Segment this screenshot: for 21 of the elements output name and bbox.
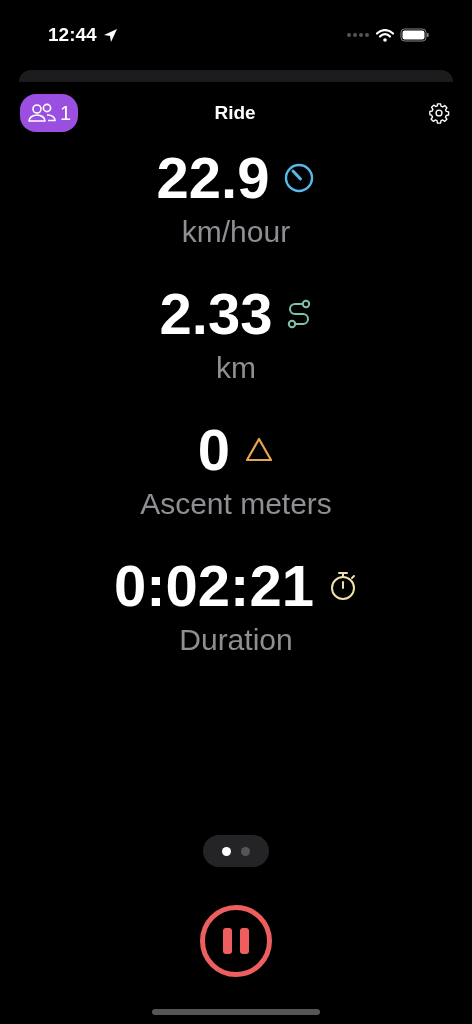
status-time: 12:44 bbox=[48, 24, 97, 46]
group-button[interactable]: 1 bbox=[20, 94, 78, 132]
metric-label: km bbox=[216, 350, 256, 386]
metric-value: 22.9 bbox=[156, 144, 270, 212]
metric-label: Duration bbox=[179, 622, 293, 658]
location-arrow-icon bbox=[102, 27, 118, 43]
signal-icon bbox=[346, 32, 370, 38]
page-dot[interactable] bbox=[241, 846, 250, 856]
metric-value: 0 bbox=[197, 416, 231, 484]
pause-button[interactable] bbox=[200, 905, 272, 977]
page-dot[interactable] bbox=[222, 846, 231, 856]
screen-title: Ride bbox=[214, 102, 256, 124]
people-icon bbox=[26, 103, 57, 123]
wifi-icon bbox=[376, 28, 394, 42]
page-indicator[interactable] bbox=[203, 835, 269, 867]
settings-icon[interactable] bbox=[428, 102, 450, 124]
metric-label: Ascent meters bbox=[140, 486, 332, 522]
battery-icon bbox=[400, 28, 430, 42]
metric-label: km/hour bbox=[181, 214, 291, 250]
metric-value: 2.33 bbox=[159, 280, 273, 348]
metric-value: 0:02:21 bbox=[114, 552, 314, 620]
